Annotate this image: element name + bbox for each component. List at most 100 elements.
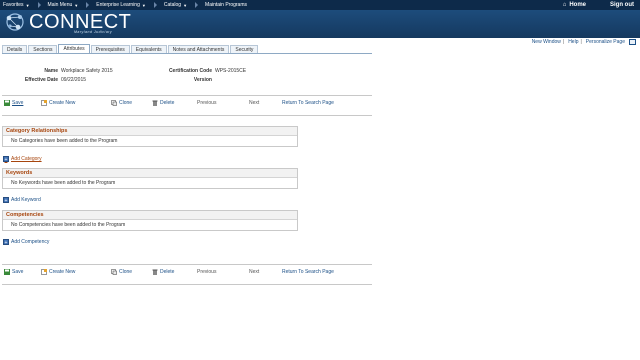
nav-enterprise-learning-label: Enterprise Learning <box>96 2 140 8</box>
top-toolbar: Save Create New Clone Delete Previous Ne… <box>4 100 364 109</box>
delete-button[interactable]: Delete <box>152 100 174 106</box>
save-button[interactable]: Save <box>4 100 23 106</box>
delete-label: Delete <box>160 100 175 106</box>
previous-button[interactable]: Previous <box>197 100 216 106</box>
nav-catalog[interactable]: Catalog ▼ <box>164 2 189 8</box>
next-button[interactable]: Next <box>249 100 259 106</box>
help-link[interactable]: Help <box>568 39 578 45</box>
new-window-link[interactable]: New Window <box>532 39 561 45</box>
nav-catalog-label: Catalog <box>163 2 182 8</box>
clone-button[interactable]: Clone <box>111 269 132 275</box>
certification-code-value: WPS-2015CE <box>215 68 247 74</box>
caret-down-icon: ▼ <box>25 2 30 8</box>
clone-button[interactable]: Clone <box>111 100 132 106</box>
utility-divider: | <box>580 39 582 45</box>
nav-maintain-programs[interactable]: Maintain Programs <box>205 2 247 8</box>
category-relationships-section: Category Relationships No Categories hav… <box>2 126 298 147</box>
tab-equivalents[interactable]: Equivalents <box>130 45 167 53</box>
save-icon <box>4 100 10 106</box>
add-competency-label: Add Competency <box>11 239 50 245</box>
name-label: Name <box>44 68 58 74</box>
nav-enterprise-learning[interactable]: Enterprise Learning ▼ <box>96 2 148 8</box>
trash-icon <box>152 100 158 106</box>
category-empty-message: No Categories have been added to the Pro… <box>11 138 118 144</box>
delete-label: Delete <box>160 269 175 275</box>
nav-main-menu-label: Main Menu <box>47 2 73 8</box>
add-category-label: Add Category <box>11 156 42 162</box>
brand-subtitle: Maryland Judiciary <box>74 30 113 34</box>
add-icon: + <box>3 156 9 163</box>
create-new-button[interactable]: Create New <box>41 100 75 106</box>
utility-divider: | <box>562 39 565 45</box>
save-label: Save <box>12 100 24 106</box>
create-new-icon <box>41 100 47 106</box>
clone-label: Clone <box>119 100 133 106</box>
clone-icon <box>111 269 117 275</box>
top-navigation-bar: Favorites ▼ Main Menu ▼ Enterprise Learnin… <box>0 0 640 10</box>
bottom-toolbar: Save Create New Clone Delete Previous Ne… <box>4 269 364 278</box>
competencies-empty-message: No Competencies have been added to the P… <box>11 222 126 228</box>
brand-name: CONNECT <box>29 11 132 33</box>
create-new-label: Create New <box>49 100 76 106</box>
save-label: Save <box>12 269 24 275</box>
return-to-search-link[interactable]: Return To Search Page <box>282 269 334 275</box>
certification-code-label: Certification Code <box>168 68 212 74</box>
return-to-search-link[interactable]: Return To Search Page <box>282 100 334 106</box>
nav-separator-icon <box>37 2 41 8</box>
tab-details[interactable]: Details <box>2 45 28 53</box>
clone-label: Clone <box>119 269 133 275</box>
save-icon <box>4 269 10 275</box>
personalize-page-link[interactable]: Personalize Page <box>586 39 625 45</box>
home-icon: ⌂ <box>562 2 567 8</box>
sign-out-link[interactable]: Sign out <box>610 2 634 8</box>
bottom-toolbar-top-divider <box>2 264 372 265</box>
effective-date-label: Effective Date <box>24 77 58 83</box>
add-keyword-link[interactable]: + Add Keyword <box>3 197 41 204</box>
caret-down-icon: ▼ <box>183 2 188 8</box>
bottom-toolbar-bottom-divider <box>2 284 372 285</box>
competencies-title: Competencies <box>3 211 297 220</box>
tab-prerequisites[interactable]: Prerequisites <box>90 45 130 53</box>
add-keyword-label: Add Keyword <box>11 197 41 203</box>
home-label: Home <box>569 2 586 8</box>
toolbar-top-divider <box>2 95 372 96</box>
create-new-label: Create New <box>49 269 76 275</box>
effective-date-value: 09/22/2015 <box>61 77 87 83</box>
add-category-link[interactable]: + Add Category <box>3 156 42 163</box>
nav-maintain-programs-label: Maintain Programs <box>205 2 248 8</box>
component-tabs: Details Sections Attributes Prerequisite… <box>2 44 372 54</box>
keywords-title: Keywords <box>3 169 297 178</box>
category-relationships-title: Category Relationships <box>3 127 297 136</box>
trash-icon <box>152 269 158 275</box>
utility-links: New Window | Help | Personalize Page <box>530 39 636 45</box>
name-value: Workplace Safety 2015 <box>61 68 113 74</box>
create-new-icon <box>41 269 47 275</box>
caret-down-icon: ▼ <box>74 2 79 8</box>
next-button[interactable]: Next <box>249 269 259 275</box>
home-link[interactable]: ⌂ Home <box>563 2 586 8</box>
caret-down-icon: ▼ <box>141 2 146 8</box>
keywords-section: Keywords No Keywords have been added to … <box>2 168 298 189</box>
tab-sections[interactable]: Sections <box>28 45 58 53</box>
toolbar-bottom-divider <box>2 115 372 116</box>
header-banner: CONNECT Maryland Judiciary <box>0 10 640 38</box>
nav-favorites[interactable]: Favorites ▼ <box>3 2 32 8</box>
competencies-section: Competencies No Competencies have been a… <box>2 210 298 231</box>
tab-security[interactable]: Security <box>230 45 259 53</box>
nav-favorites-label: Favorites <box>3 2 24 8</box>
previous-button[interactable]: Previous <box>197 269 216 275</box>
add-icon: + <box>3 239 9 246</box>
tab-attributes[interactable]: Attributes <box>58 44 90 53</box>
tab-notes-and-attachments[interactable]: Notes and Attachments <box>167 45 230 53</box>
nav-main-menu[interactable]: Main Menu ▼ <box>48 2 81 8</box>
create-new-button[interactable]: Create New <box>41 269 75 275</box>
nav-separator-icon <box>195 2 199 8</box>
clone-icon <box>111 100 117 106</box>
add-icon: + <box>3 197 9 204</box>
delete-button[interactable]: Delete <box>152 269 174 275</box>
nav-separator-icon <box>153 2 157 8</box>
version-label: Version <box>193 77 212 83</box>
add-competency-link[interactable]: + Add Competency <box>3 239 50 246</box>
save-button[interactable]: Save <box>4 269 23 275</box>
page-settings-icon[interactable] <box>629 39 636 45</box>
